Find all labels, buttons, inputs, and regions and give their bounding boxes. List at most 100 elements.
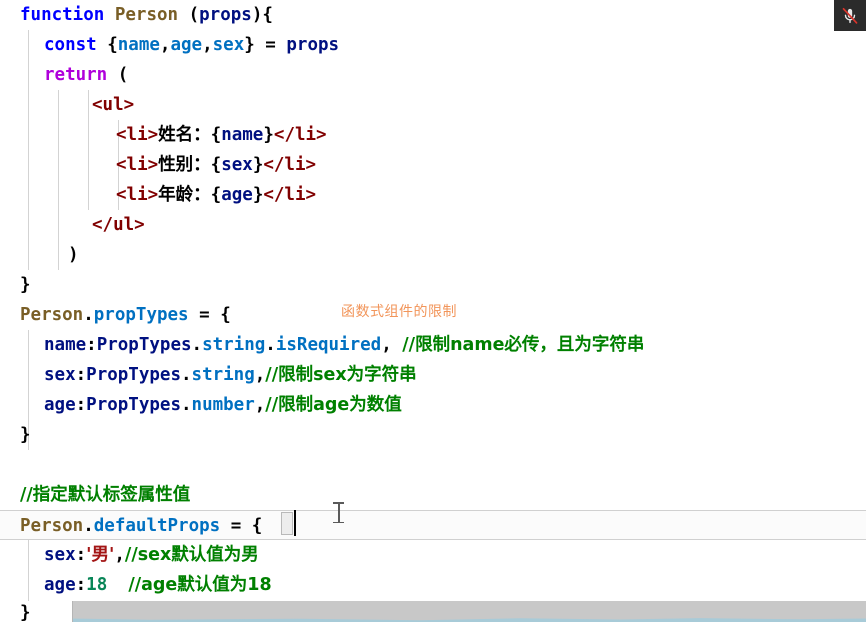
code-token: <li> bbox=[116, 125, 159, 145]
code-token: <li> bbox=[116, 185, 159, 205]
code-line[interactable]: <li>年龄：{age}</li> bbox=[0, 180, 866, 210]
code-line-content: Person.propTypes = { bbox=[20, 305, 231, 325]
code-token: string bbox=[202, 335, 266, 355]
bracket-match-highlight bbox=[281, 512, 293, 535]
code-token: Person bbox=[114, 5, 179, 25]
code-token: , bbox=[381, 335, 403, 355]
code-line-content: } bbox=[20, 275, 31, 295]
code-token: ( bbox=[107, 65, 129, 85]
code-token: function bbox=[20, 5, 105, 25]
code-token: props bbox=[286, 35, 340, 55]
code-line[interactable]: ) bbox=[0, 240, 866, 270]
code-line[interactable]: function Person (props){ bbox=[0, 0, 866, 30]
code-line-content: age:18 //age默认值为18 bbox=[20, 575, 272, 595]
code-token: } bbox=[20, 275, 31, 295]
code-line[interactable]: <li>姓名：{name}</li> bbox=[0, 120, 866, 150]
code-line-current[interactable]: Person.defaultProps = { bbox=[0, 510, 866, 540]
code-token: { bbox=[96, 35, 118, 55]
code-token: name bbox=[221, 125, 264, 145]
code-token: } bbox=[263, 125, 274, 145]
code-token: Person bbox=[20, 305, 84, 325]
code-token: propTypes bbox=[93, 305, 189, 325]
bottom-chrome bbox=[0, 601, 866, 622]
code-line[interactable]: sex:PropTypes.string,//限制sex为字符串 bbox=[0, 360, 866, 390]
code-token: 18 bbox=[86, 575, 108, 595]
trailing-brace: } bbox=[20, 603, 31, 622]
code-line[interactable]: return ( bbox=[0, 60, 866, 90]
code-token: . bbox=[191, 335, 203, 355]
code-token: } bbox=[20, 425, 31, 445]
code-line[interactable]: sex:'男',//sex默认值为男 bbox=[0, 540, 866, 570]
editor-bottom-gutter bbox=[0, 601, 73, 622]
code-token: : bbox=[86, 335, 97, 355]
code-token: , bbox=[202, 35, 213, 55]
code-line[interactable]: </ul> bbox=[0, 210, 866, 240]
code-token: ) bbox=[68, 245, 79, 265]
code-token: isRequired bbox=[275, 335, 382, 355]
code-token: name bbox=[117, 35, 160, 55]
code-token: ){ bbox=[251, 5, 273, 25]
code-line-content: return ( bbox=[20, 65, 128, 85]
code-token: props bbox=[199, 5, 252, 25]
code-token: sex bbox=[221, 155, 253, 175]
code-token: //age默认值为18 bbox=[128, 575, 272, 595]
code-editor-surface[interactable]: function Person (props){const {name,age,… bbox=[0, 0, 866, 601]
code-token: , bbox=[254, 395, 266, 415]
code-line[interactable]: } bbox=[0, 270, 866, 300]
code-token: sex bbox=[44, 365, 76, 385]
code-token: 姓名： bbox=[158, 125, 211, 145]
code-token: } bbox=[252, 155, 264, 175]
code-line-content: age:PropTypes.number,//限制age为数值 bbox=[20, 395, 402, 415]
code-line-content: <li>年龄：{age}</li> bbox=[20, 185, 316, 205]
code-token: : bbox=[75, 365, 87, 385]
code-token: . bbox=[83, 305, 94, 325]
code-token: , bbox=[254, 365, 266, 385]
code-line[interactable]: const {name,age,sex} = props bbox=[0, 30, 866, 60]
code-token: string bbox=[191, 365, 255, 385]
code-token: <ul> bbox=[92, 95, 135, 115]
mouse-ibeam-cursor bbox=[333, 502, 344, 523]
code-token: : bbox=[75, 545, 87, 565]
code-token: number bbox=[191, 395, 255, 415]
code-line[interactable]: age:18 //age默认值为18 bbox=[0, 570, 866, 600]
code-token: //限制sex为字符串 bbox=[265, 365, 417, 385]
code-token: //指定默认标签属性值 bbox=[20, 485, 191, 505]
code-token: 性别： bbox=[158, 155, 211, 175]
code-token: //限制name必传，且为字符串 bbox=[402, 335, 645, 355]
code-token: = { bbox=[220, 516, 263, 536]
code-token: //sex默认值为男 bbox=[124, 545, 259, 565]
code-token: sex bbox=[44, 545, 76, 565]
code-token: </ul> bbox=[92, 215, 145, 235]
code-line-content: <ul> bbox=[20, 95, 134, 115]
code-token: defaultProps bbox=[93, 516, 221, 536]
code-line-content: Person.defaultProps = { bbox=[20, 516, 262, 536]
code-token: ( bbox=[178, 5, 200, 25]
code-line[interactable]: <li>性别：{sex}</li> bbox=[0, 150, 866, 180]
bottom-accent-band bbox=[0, 618, 866, 622]
editor-screenshot: function Person (props){const {name,age,… bbox=[0, 0, 866, 622]
code-line-content: <li>姓名：{name}</li> bbox=[20, 125, 327, 145]
code-line-content: function Person (props){ bbox=[20, 5, 273, 25]
code-token: age bbox=[44, 575, 76, 595]
code-line[interactable]: } bbox=[0, 420, 866, 450]
code-lines[interactable]: function Person (props){const {name,age,… bbox=[0, 0, 866, 600]
code-token: <li> bbox=[116, 155, 159, 175]
code-token: { bbox=[210, 185, 222, 205]
code-token: </li> bbox=[263, 155, 317, 175]
code-line-content: const {name,age,sex} = props bbox=[20, 35, 339, 55]
code-token: . bbox=[265, 335, 276, 355]
code-line[interactable]: name:PropTypes.string.isRequired, //限制na… bbox=[0, 330, 866, 360]
code-token: } = bbox=[244, 35, 287, 55]
code-line[interactable]: //指定默认标签属性值 bbox=[0, 480, 866, 510]
code-line-content: //指定默认标签属性值 bbox=[20, 485, 190, 505]
code-line[interactable]: age:PropTypes.number,//限制age为数值 bbox=[0, 390, 866, 420]
microphone-muted-icon[interactable] bbox=[834, 0, 866, 31]
code-line[interactable] bbox=[0, 450, 866, 480]
code-line[interactable]: <ul> bbox=[0, 90, 866, 120]
code-token: '男' bbox=[86, 545, 115, 565]
code-line-content: name:PropTypes.string.isRequired, //限制na… bbox=[20, 335, 644, 355]
code-line-content: sex:PropTypes.string,//限制sex为字符串 bbox=[20, 365, 417, 385]
code-token: name bbox=[44, 335, 87, 355]
code-token: sex bbox=[212, 35, 245, 55]
